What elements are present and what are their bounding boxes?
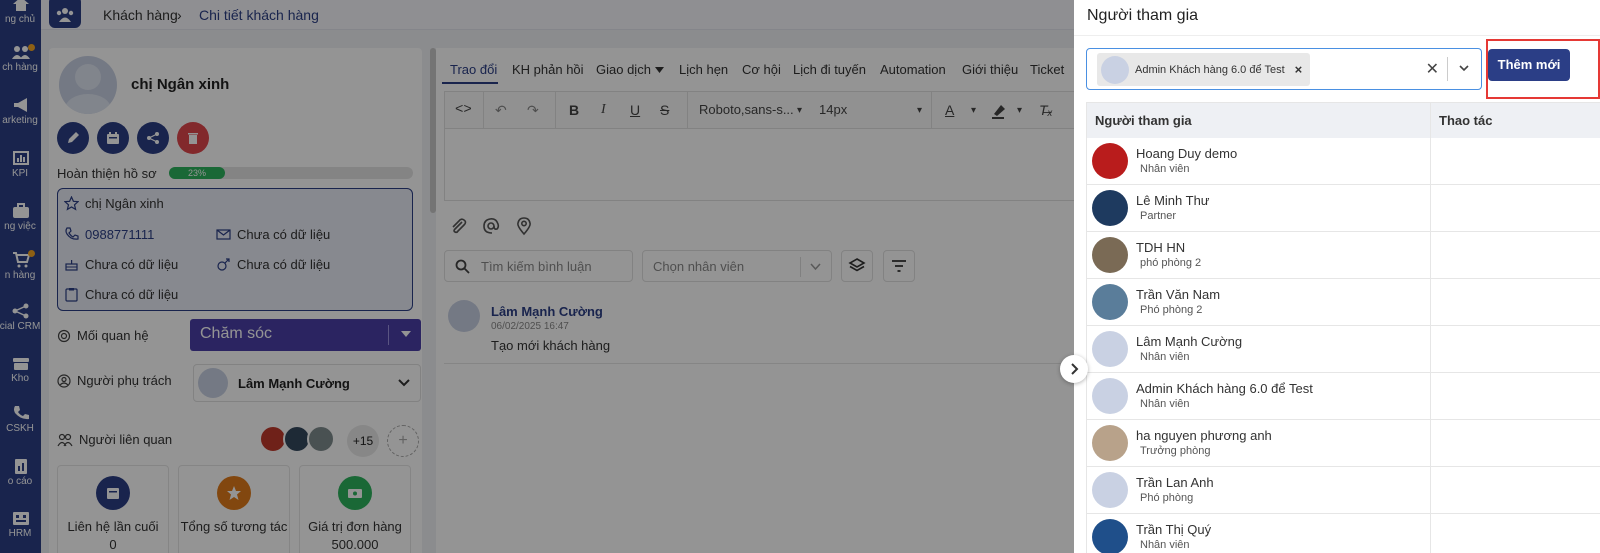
table-row: Lê Minh Thư Partner bbox=[1087, 185, 1600, 232]
participants-drawer: Người tham gia Admin Khách hàng 6.0 để T… bbox=[1074, 0, 1600, 553]
participant-name: Hoang Duy demo bbox=[1136, 146, 1238, 161]
highlight-frame bbox=[1486, 39, 1600, 99]
participant-role: phó phòng 2 bbox=[1140, 257, 1202, 269]
participant-multiselect[interactable]: Admin Khách hàng 6.0 để Test × ✕ bbox=[1086, 48, 1482, 90]
chip-remove-icon[interactable]: × bbox=[1295, 62, 1303, 77]
app-root: ng chủ ch hàng arketing KPI ng việc n hà… bbox=[0, 0, 1600, 553]
participant-name: ha nguyen phương anh bbox=[1136, 428, 1272, 443]
participants-table: Người tham gia Thao tác Hoang Duy demo N… bbox=[1086, 102, 1600, 553]
participant-role: Phó phòng bbox=[1140, 492, 1194, 504]
participant-name: Admin Khách hàng 6.0 để Test bbox=[1136, 381, 1313, 396]
chevron-down-icon[interactable] bbox=[1459, 63, 1469, 73]
participant-avatar bbox=[1092, 143, 1128, 179]
participant-name: TDH HN bbox=[1136, 240, 1186, 255]
drawer-title: Người tham gia bbox=[1087, 7, 1199, 24]
participant-name: Trần Lan Anh bbox=[1136, 475, 1214, 490]
table-row: Hoang Duy demo Nhân viên bbox=[1087, 138, 1600, 185]
table-row: Trần Thị Quý Nhân viên bbox=[1087, 514, 1600, 553]
table-header: Người tham gia Thao tác bbox=[1087, 103, 1600, 138]
column-header-action: Thao tác bbox=[1439, 113, 1493, 128]
participant-role: Nhân viên bbox=[1140, 539, 1190, 551]
collapse-drawer-button[interactable] bbox=[1060, 355, 1088, 383]
participant-avatar bbox=[1092, 190, 1128, 226]
table-row: Trần Văn Nam Phó phòng 2 bbox=[1087, 279, 1600, 326]
table-row: Admin Khách hàng 6.0 để Test Nhân viên bbox=[1087, 373, 1600, 420]
table-row: Trần Lan Anh Phó phòng bbox=[1087, 467, 1600, 514]
table-row: ha nguyen phương anh Trưởng phòng bbox=[1087, 420, 1600, 467]
participant-role: Trưởng phòng bbox=[1140, 445, 1211, 457]
chevron-right-icon bbox=[1071, 363, 1079, 375]
participant-role: Nhân viên bbox=[1140, 163, 1190, 175]
participant-name: Trần Văn Nam bbox=[1136, 287, 1221, 302]
participant-name: Lê Minh Thư bbox=[1136, 193, 1210, 208]
clear-icon[interactable]: ✕ bbox=[1426, 59, 1439, 79]
participant-avatar bbox=[1092, 519, 1128, 553]
chip-avatar bbox=[1101, 55, 1129, 84]
selected-participant-chip: Admin Khách hàng 6.0 để Test × bbox=[1097, 53, 1311, 86]
participant-name: Lâm Mạnh Cường bbox=[1136, 334, 1243, 349]
participant-avatar bbox=[1092, 284, 1128, 320]
participant-avatar bbox=[1092, 472, 1128, 508]
column-header-participant: Người tham gia bbox=[1095, 113, 1192, 128]
participant-role: Nhân viên bbox=[1140, 398, 1190, 410]
divider bbox=[1074, 35, 1600, 36]
participant-role: Nhân viên bbox=[1140, 351, 1190, 363]
participant-avatar bbox=[1092, 425, 1128, 461]
select-divider bbox=[1447, 57, 1448, 81]
participant-avatar bbox=[1092, 378, 1128, 414]
modal-backdrop[interactable] bbox=[0, 0, 1100, 553]
participant-role: Partner bbox=[1140, 210, 1177, 222]
participant-role: Phó phòng 2 bbox=[1140, 304, 1203, 316]
chip-label: Admin Khách hàng 6.0 để Test bbox=[1135, 63, 1285, 76]
table-row: TDH HN phó phòng 2 bbox=[1087, 232, 1600, 279]
participant-avatar bbox=[1092, 237, 1128, 273]
table-row: Lâm Mạnh Cường Nhân viên bbox=[1087, 326, 1600, 373]
participant-avatar bbox=[1092, 331, 1128, 367]
participant-name: Trần Thị Quý bbox=[1136, 522, 1212, 537]
